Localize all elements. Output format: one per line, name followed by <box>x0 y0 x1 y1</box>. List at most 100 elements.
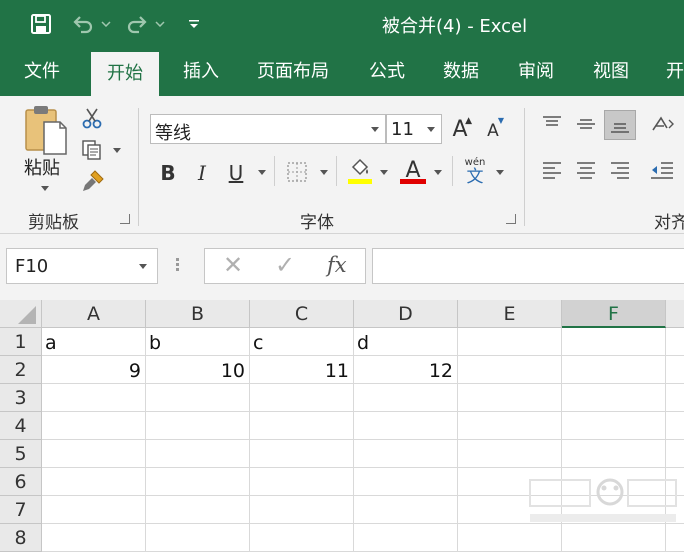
cell-f2[interactable] <box>562 356 666 384</box>
redo-icon[interactable] <box>124 11 150 37</box>
orientation-icon[interactable] <box>648 112 676 138</box>
cell-g5[interactable] <box>666 440 684 468</box>
copy-dropdown-icon[interactable] <box>113 148 121 153</box>
cell-f5[interactable] <box>562 440 666 468</box>
cell-d7[interactable] <box>354 496 458 524</box>
chevron-down-icon[interactable] <box>139 264 147 269</box>
cell-e2[interactable] <box>458 356 562 384</box>
cell-e3[interactable] <box>458 384 562 412</box>
clipboard-launcher-icon[interactable] <box>120 214 130 224</box>
cut-icon[interactable] <box>80 106 104 130</box>
cell-d2[interactable]: 12 <box>354 356 458 384</box>
underline-button[interactable]: U <box>224 158 248 188</box>
cell-e4[interactable] <box>458 412 562 440</box>
cell-c2[interactable]: 11 <box>250 356 354 384</box>
column-header-e[interactable]: E <box>458 300 562 328</box>
column-header-d[interactable]: D <box>354 300 458 328</box>
tab-review[interactable]: 审阅 <box>518 50 554 96</box>
align-bottom-icon[interactable] <box>604 110 636 140</box>
cell-d5[interactable] <box>354 440 458 468</box>
cell-b1[interactable]: b <box>146 328 250 356</box>
font-size-combo[interactable]: 11 <box>386 114 442 144</box>
save-icon[interactable] <box>28 11 54 37</box>
align-left-icon[interactable] <box>538 156 566 186</box>
cell-d4[interactable] <box>354 412 458 440</box>
chevron-down-icon[interactable] <box>371 127 379 132</box>
insert-function-icon[interactable]: fx <box>327 253 347 277</box>
paste-dropdown-icon[interactable] <box>41 186 49 191</box>
cell-a5[interactable] <box>42 440 146 468</box>
tab-insert[interactable]: 插入 <box>183 50 219 96</box>
undo-dropdown-icon[interactable] <box>100 11 112 37</box>
row-header-1[interactable]: 1 <box>0 328 42 356</box>
row-header-5[interactable]: 5 <box>0 440 42 468</box>
row-header-3[interactable]: 3 <box>0 384 42 412</box>
cell-e1[interactable] <box>458 328 562 356</box>
cell-d6[interactable] <box>354 468 458 496</box>
paste-label[interactable]: 粘贴 <box>24 154 60 180</box>
row-header-8[interactable]: 8 <box>0 524 42 552</box>
row-header-7[interactable]: 7 <box>0 496 42 524</box>
cell-c7[interactable] <box>250 496 354 524</box>
cell-c8[interactable] <box>250 524 354 552</box>
font-launcher-icon[interactable] <box>506 214 516 224</box>
fill-color-dropdown-icon[interactable] <box>380 170 388 175</box>
tab-developer[interactable]: 开 <box>666 50 684 96</box>
cell-b7[interactable] <box>146 496 250 524</box>
row-header-2[interactable]: 2 <box>0 356 42 384</box>
tab-home[interactable]: 开始 <box>91 52 159 96</box>
cell-a2[interactable]: 9 <box>42 356 146 384</box>
cell-c6[interactable] <box>250 468 354 496</box>
cell-b2[interactable]: 10 <box>146 356 250 384</box>
font-name-combo[interactable]: 等线 <box>150 114 386 144</box>
select-all-button[interactable] <box>0 300 42 328</box>
column-header-b[interactable]: B <box>146 300 250 328</box>
cell-b5[interactable] <box>146 440 250 468</box>
row-header-6[interactable]: 6 <box>0 468 42 496</box>
cell-b6[interactable] <box>146 468 250 496</box>
phonetic-dropdown-icon[interactable] <box>496 170 504 175</box>
row-header-4[interactable]: 4 <box>0 412 42 440</box>
cell-a3[interactable] <box>42 384 146 412</box>
cell-a6[interactable] <box>42 468 146 496</box>
paste-icon[interactable] <box>22 104 68 156</box>
font-color-button[interactable]: A <box>398 154 428 186</box>
shrink-font-button[interactable]: A ▼ <box>482 116 504 144</box>
resize-handle-icon[interactable] <box>176 256 180 276</box>
cell-b3[interactable] <box>146 384 250 412</box>
undo-icon[interactable] <box>70 11 96 37</box>
column-header-f[interactable]: F <box>562 300 666 328</box>
align-top-icon[interactable] <box>538 110 566 138</box>
enter-icon[interactable]: ✓ <box>275 251 295 279</box>
column-header-c[interactable]: C <box>250 300 354 328</box>
tab-view[interactable]: 视图 <box>593 50 629 96</box>
cell-f1[interactable] <box>562 328 666 356</box>
cell-g2[interactable] <box>666 356 684 384</box>
cancel-icon[interactable]: ✕ <box>223 251 243 279</box>
cell-g4[interactable] <box>666 412 684 440</box>
chevron-down-icon[interactable] <box>427 127 435 132</box>
tab-page-layout[interactable]: 页面布局 <box>257 50 329 96</box>
borders-dropdown-icon[interactable] <box>320 170 328 175</box>
cell-c3[interactable] <box>250 384 354 412</box>
grow-font-button[interactable]: A ▲ <box>448 114 472 144</box>
fill-color-icon[interactable] <box>346 156 374 186</box>
align-middle-icon[interactable] <box>572 110 600 138</box>
cell-b4[interactable] <box>146 412 250 440</box>
cell-d3[interactable] <box>354 384 458 412</box>
underline-dropdown-icon[interactable] <box>258 170 266 175</box>
phonetic-guide-button[interactable]: wén 文 <box>460 156 490 188</box>
borders-icon[interactable] <box>284 158 310 186</box>
cell-a1[interactable]: a <box>42 328 146 356</box>
cell-g3[interactable] <box>666 384 684 412</box>
cell-b8[interactable] <box>146 524 250 552</box>
redo-dropdown-icon[interactable] <box>154 11 166 37</box>
italic-button[interactable]: I <box>190 158 214 188</box>
format-painter-icon[interactable] <box>80 168 106 194</box>
cell-a8[interactable] <box>42 524 146 552</box>
cell-f4[interactable] <box>562 412 666 440</box>
cell-a4[interactable] <box>42 412 146 440</box>
bold-button[interactable]: B <box>156 158 180 188</box>
name-box[interactable]: F10 <box>6 248 158 284</box>
align-right-icon[interactable] <box>606 156 634 186</box>
